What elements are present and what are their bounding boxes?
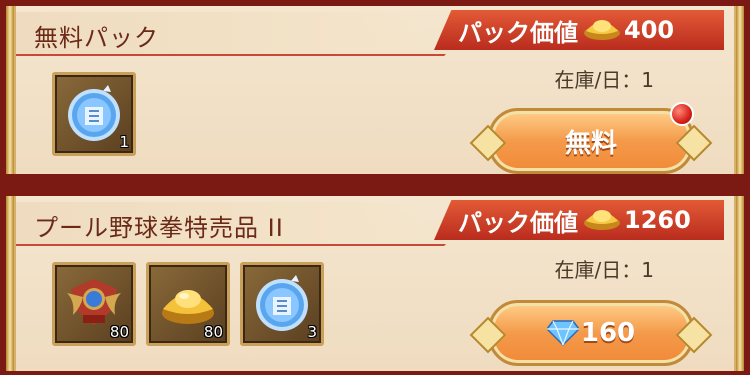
item-slot[interactable]: 80 [52, 262, 136, 346]
button-label: 160 [580, 318, 636, 348]
button-content: 160 [546, 318, 636, 348]
item-slot[interactable]: 3 [240, 262, 324, 346]
buy-with-diamonds-button[interactable]: 160 [469, 300, 713, 366]
gold-ingot-icon [582, 205, 622, 235]
notification-dot [670, 102, 694, 126]
button-ornament [675, 124, 713, 162]
pack-title-band: 無料パック [16, 12, 426, 56]
blue-ticket-coin-icon [68, 85, 120, 141]
free-claim-button[interactable]: 無料 [469, 108, 713, 174]
button-label: 無料 [564, 128, 617, 159]
pack-panel-free: 無料パック パック価値 400 1 在庫/日：1 無料 [6, 6, 744, 174]
blue-ticket-coin-icon [256, 275, 308, 331]
pack-value-amount: 400 [624, 16, 675, 44]
button-ornament [469, 124, 507, 162]
item-count: 3 [307, 323, 317, 341]
item-count: 80 [203, 323, 223, 341]
pack-panel-special: プール野球拳特売品 II パック価値 1260 80 80 3 在庫/日：1 1… [6, 196, 744, 371]
pack-value-tag: パック価値 1260 [434, 200, 724, 240]
button-ornament [675, 316, 713, 354]
blue-diamond-icon [546, 320, 579, 347]
pack-value-tag: パック価値 400 [434, 10, 724, 50]
stock-per-day: 在庫/日：1 [554, 258, 654, 282]
pack-value-label: パック価値 [458, 208, 578, 237]
stock-per-day: 在庫/日：1 [554, 68, 654, 92]
pack-value-label: パック価値 [458, 18, 578, 47]
item-slot[interactable]: 80 [146, 262, 230, 346]
item-slot[interactable]: 1 [52, 72, 136, 156]
pack-title: 無料パック [34, 24, 159, 52]
pack-value-amount: 1260 [624, 206, 691, 234]
item-count: 80 [109, 323, 129, 341]
gold-ingot-icon [582, 15, 622, 45]
button-ornament [469, 316, 507, 354]
pack-title: プール野球拳特売品 II [34, 214, 284, 242]
pack-title-band: プール野球拳特売品 II [16, 202, 426, 246]
item-count: 1 [119, 133, 129, 151]
